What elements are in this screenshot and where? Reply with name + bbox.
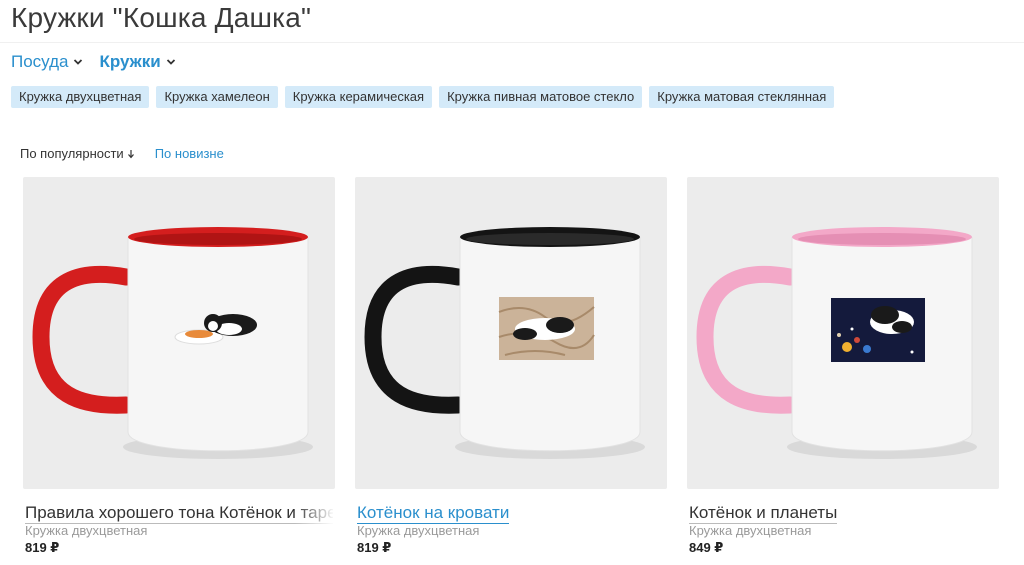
product-card[interactable]: Котёнок и планеты Кружка двухцветная 849… xyxy=(687,177,999,565)
sort-popularity-label: По популярности xyxy=(20,146,124,161)
product-title[interactable]: Котёнок и планеты xyxy=(689,502,838,524)
arrow-down-icon xyxy=(127,149,134,158)
product-title[interactable]: Правила хорошего тона Котёнок и таре xyxy=(25,502,333,524)
tag-beer-mug[interactable]: Кружка пивная матовое стекло xyxy=(439,86,643,108)
product-type-tags: Кружка двухцветная Кружка хамелеон Кружк… xyxy=(11,86,835,108)
title-divider xyxy=(0,42,1024,43)
product-card[interactable]: Правила хорошего тона Котёнок и таре Кру… xyxy=(23,177,335,565)
tag-matte-glass-mug[interactable]: Кружка матовая стеклянная xyxy=(649,86,835,108)
product-type: Кружка двухцветная xyxy=(357,523,480,538)
tag-ceramic-mug[interactable]: Кружка керамическая xyxy=(284,86,433,108)
category-nav: Посуда Кружки xyxy=(11,52,176,72)
product-image[interactable] xyxy=(355,177,667,489)
tag-two-color-mug[interactable]: Кружка двухцветная xyxy=(11,86,150,108)
category-kruzhki-label: Кружки xyxy=(99,52,161,71)
title-fade xyxy=(295,502,335,524)
product-type: Кружка двухцветная xyxy=(25,523,148,538)
page-title: Кружки "Кошка Дашка" xyxy=(11,2,312,33)
chevron-down-icon xyxy=(166,59,175,65)
category-kruzhki[interactable]: Кружки xyxy=(99,52,175,72)
category-posuda-label: Посуда xyxy=(11,52,69,71)
product-card[interactable]: Котёнок на кровати Кружка двухцветная 81… xyxy=(355,177,667,565)
sort-newest[interactable]: По новизне xyxy=(155,146,224,161)
category-posuda[interactable]: Посуда xyxy=(11,52,83,72)
product-price: 819 ₽ xyxy=(25,540,60,555)
product-type: Кружка двухцветная xyxy=(689,523,812,538)
product-title[interactable]: Котёнок на кровати xyxy=(357,502,510,524)
product-price: 849 ₽ xyxy=(689,540,724,555)
product-image[interactable] xyxy=(23,177,335,489)
product-price: 819 ₽ xyxy=(357,540,392,555)
tag-chameleon-mug[interactable]: Кружка хамелеон xyxy=(156,86,278,108)
sort-popularity[interactable]: По популярности xyxy=(20,146,135,161)
chevron-down-icon xyxy=(74,59,83,65)
sort-bar: По популярности По новизне xyxy=(20,146,224,161)
product-image[interactable] xyxy=(687,177,999,489)
